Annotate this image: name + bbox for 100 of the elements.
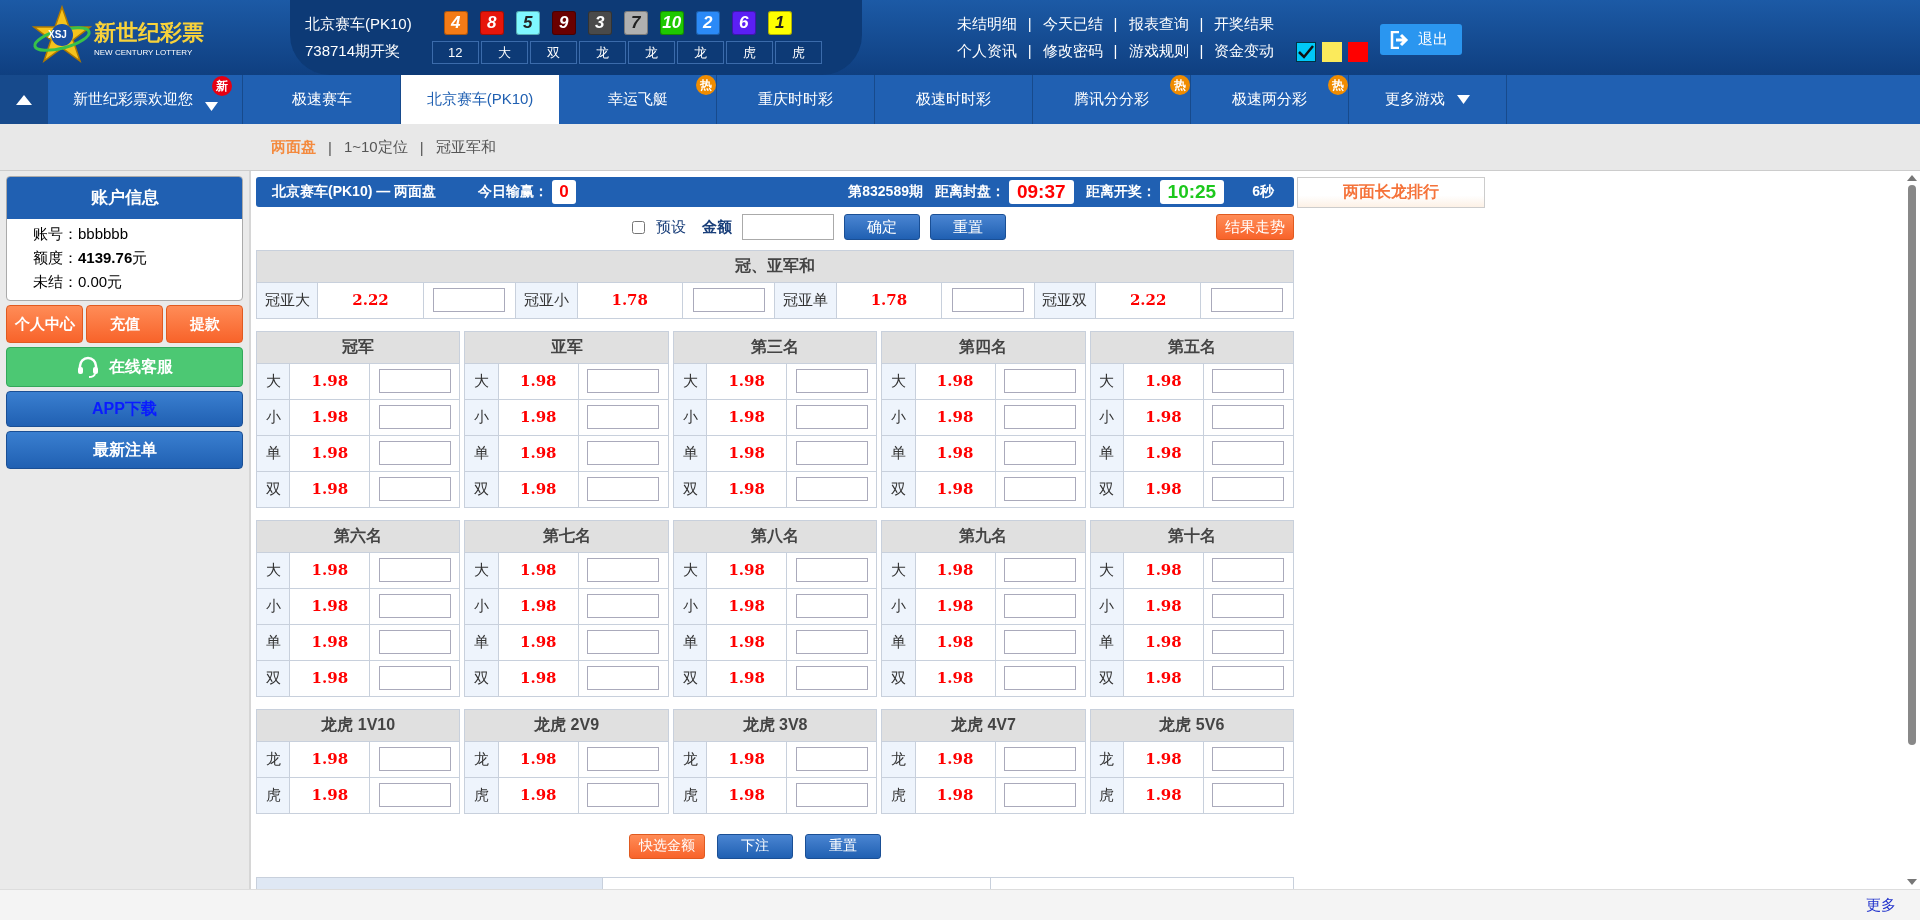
- bet-input[interactable]: [378, 783, 451, 808]
- bet-input[interactable]: [587, 594, 660, 619]
- action-button[interactable]: 下注: [717, 833, 793, 859]
- bet-input[interactable]: [1004, 630, 1077, 655]
- bet-input[interactable]: [1004, 405, 1077, 430]
- period-number: 第832589期: [848, 182, 923, 201]
- confirm-button[interactable]: 确定: [844, 214, 920, 241]
- bet-input[interactable]: [692, 288, 765, 313]
- bet-input[interactable]: [378, 405, 451, 430]
- reset-button[interactable]: 重置: [930, 214, 1006, 241]
- bet-input[interactable]: [378, 369, 451, 394]
- bet-label: 大: [1090, 552, 1124, 589]
- bet-input[interactable]: [795, 783, 868, 808]
- bet-input[interactable]: [587, 747, 660, 772]
- headset-icon: [76, 356, 99, 378]
- bet-input[interactable]: [1004, 369, 1077, 394]
- bet-input[interactable]: [795, 747, 868, 772]
- odds-cell: 1.98: [915, 777, 996, 814]
- bet-input[interactable]: [1004, 666, 1077, 691]
- bet-input[interactable]: [378, 666, 451, 691]
- theme-swatch[interactable]: [1348, 41, 1369, 62]
- odds-cell: 1.98: [498, 624, 579, 661]
- bet-input[interactable]: [587, 477, 660, 502]
- bet-input[interactable]: [587, 405, 660, 430]
- table-title: 冠、亚军和: [256, 250, 1294, 283]
- bet-input[interactable]: [587, 630, 660, 655]
- bet-input[interactable]: [587, 558, 660, 583]
- bet-label: 大: [256, 363, 290, 400]
- bet-label: 小: [1090, 399, 1124, 436]
- bet-input[interactable]: [1212, 747, 1285, 772]
- bet-input[interactable]: [587, 666, 660, 691]
- bet-input[interactable]: [1004, 558, 1077, 583]
- nav-tab[interactable]: 北京赛车(PK10): [401, 75, 559, 124]
- bet-input[interactable]: [1212, 783, 1285, 808]
- bet-input[interactable]: [1212, 666, 1285, 691]
- odds-cell: 1.98: [1123, 741, 1204, 778]
- theme-swatch[interactable]: [1322, 41, 1343, 62]
- odds-cell: 1.98: [706, 777, 787, 814]
- scroll-down-icon[interactable]: [1906, 879, 1917, 885]
- header-link[interactable]: 报表查询: [1128, 14, 1189, 34]
- odds-cell: 1.98: [706, 588, 787, 625]
- stat-cell: 虎: [725, 41, 773, 64]
- preset-checkbox[interactable]: [632, 220, 645, 234]
- scroll-up-icon[interactable]: [1906, 175, 1917, 181]
- odds-cell: 1.98: [498, 435, 579, 472]
- bet-input[interactable]: [795, 369, 868, 394]
- logout-button[interactable]: 退出: [1380, 24, 1463, 55]
- bet-input[interactable]: [795, 558, 868, 583]
- table-title: 第十名: [1090, 520, 1294, 553]
- bet-label: 冠亚双: [1034, 282, 1096, 319]
- header-link[interactable]: 开奖结果: [1214, 14, 1275, 34]
- bet-input[interactable]: [1211, 288, 1284, 313]
- more-link[interactable]: 更多: [1866, 895, 1896, 915]
- bet-input[interactable]: [1004, 594, 1077, 619]
- bet-input[interactable]: [795, 405, 868, 430]
- bet-input[interactable]: [1212, 405, 1285, 430]
- bet-input[interactable]: [378, 630, 451, 655]
- open-countdown: 10:25: [1159, 179, 1225, 204]
- odds-cell: 1.98: [1123, 588, 1204, 625]
- bet-input[interactable]: [1212, 477, 1285, 502]
- bet-input[interactable]: [378, 441, 451, 466]
- bet-input[interactable]: [795, 477, 868, 502]
- amount-input[interactable]: [742, 214, 834, 241]
- bet-input[interactable]: [795, 594, 868, 619]
- header-link[interactable]: 游戏规则: [1128, 41, 1189, 61]
- theme-swatch[interactable]: [1296, 41, 1317, 62]
- bet-input[interactable]: [1212, 441, 1285, 466]
- bet-input[interactable]: [951, 288, 1024, 313]
- collapse-button[interactable]: [0, 75, 48, 124]
- bet-input[interactable]: [378, 558, 451, 583]
- header-link[interactable]: 未结明细: [956, 14, 1017, 34]
- bet-input[interactable]: [1004, 783, 1077, 808]
- header-link[interactable]: 资金变动: [1214, 41, 1275, 61]
- sub-tab[interactable]: 冠亚军和: [435, 137, 496, 157]
- odds-cell: 1.98: [706, 363, 787, 400]
- bet-input[interactable]: [795, 630, 868, 655]
- sidebar-button[interactable]: 最新注单: [6, 431, 243, 469]
- bet-input[interactable]: [433, 288, 506, 313]
- sub-tab[interactable]: 1~10定位: [343, 137, 408, 157]
- bet-input[interactable]: [378, 594, 451, 619]
- bet-input[interactable]: [795, 441, 868, 466]
- bet-input[interactable]: [587, 369, 660, 394]
- bet-input[interactable]: [378, 477, 451, 502]
- bet-input[interactable]: [1212, 630, 1285, 655]
- header-link[interactable]: 今天已结: [1042, 14, 1103, 34]
- bet-input[interactable]: [1212, 594, 1285, 619]
- action-button[interactable]: 重置: [805, 833, 881, 859]
- bet-input[interactable]: [1004, 441, 1077, 466]
- bet-label: 单: [256, 435, 290, 472]
- bet-input[interactable]: [587, 783, 660, 808]
- separator: |: [1113, 14, 1118, 34]
- bet-input[interactable]: [1004, 477, 1077, 502]
- bet-input[interactable]: [378, 747, 451, 772]
- header-link[interactable]: 个人资讯: [956, 41, 1017, 61]
- bet-input[interactable]: [587, 441, 660, 466]
- bet-input[interactable]: [795, 666, 868, 691]
- bet-input[interactable]: [1004, 747, 1077, 772]
- header-link[interactable]: 修改密码: [1042, 41, 1103, 61]
- bet-input[interactable]: [1212, 369, 1285, 394]
- bet-input[interactable]: [1212, 558, 1285, 583]
